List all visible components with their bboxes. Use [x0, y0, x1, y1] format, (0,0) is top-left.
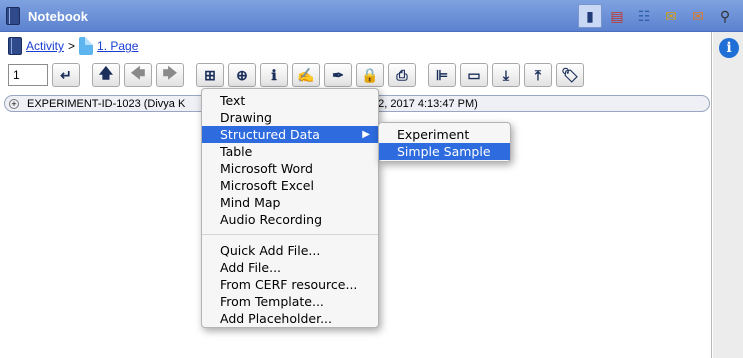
- submenu-arrow-icon: ▶: [362, 129, 370, 140]
- window-titlebar: Notebook ▮ ▤ ☷ ✉ ✉ ⚲: [0, 0, 743, 32]
- notebook-icon: [6, 7, 20, 25]
- menu-item-from-cerf[interactable]: From CERF resource...: [202, 276, 378, 293]
- table-list-icon[interactable]: ☷: [632, 4, 656, 28]
- menu-item-from-template[interactable]: From Template...: [202, 293, 378, 310]
- bookmark-page-icon[interactable]: ▤: [605, 4, 629, 28]
- forward-arrow-icon[interactable]: 🡆: [156, 63, 184, 87]
- pdf-icon[interactable]: ⎙: [388, 63, 416, 87]
- envelope-icon[interactable]: ✉: [659, 4, 683, 28]
- menu-item-add-placeholder[interactable]: Add Placeholder...: [202, 310, 378, 327]
- breadcrumb-activity-link[interactable]: Activity: [26, 39, 64, 53]
- binoculars-icon[interactable]: ⚲: [713, 4, 737, 28]
- window-title: Notebook: [28, 8, 88, 24]
- add-page-button[interactable]: ⊕: [228, 63, 256, 87]
- breadcrumb-separator: >: [68, 39, 76, 53]
- title-group: Notebook: [6, 7, 88, 25]
- pen-icon[interactable]: ✒: [324, 63, 352, 87]
- breadcrumb: Activity > 1. Page: [8, 36, 138, 56]
- entry-timestamp: 12, 2017 4:13:47 PM): [372, 97, 478, 110]
- entry-title: EXPERIMENT-ID-1023 (Divya K: [27, 97, 186, 110]
- open-envelope-icon[interactable]: ✉: [686, 4, 710, 28]
- menu-item-text[interactable]: Text: [202, 92, 378, 109]
- tag-icon[interactable]: 🏷: [556, 63, 584, 87]
- page-icon: [79, 37, 94, 55]
- menu-item-microsoft-excel[interactable]: Microsoft Excel: [202, 177, 378, 194]
- structured-data-submenu: Experiment Simple Sample: [378, 122, 511, 162]
- go-to-page-button[interactable]: ↵: [52, 63, 80, 87]
- page-number-input[interactable]: 1: [8, 64, 48, 86]
- toolbar: 1 ↵ 🡅 🡄 🡆 ⊞ ⊕ ℹ ✍ ✒ 🔒 ⎙ ⊫ ▭ ⤓ ⤒ 🏷: [8, 62, 584, 88]
- move-up-button[interactable]: 🡅: [92, 63, 120, 87]
- sign-button[interactable]: ✍: [292, 63, 320, 87]
- menu-separator: [202, 234, 378, 235]
- back-arrow-icon[interactable]: 🡄: [124, 63, 152, 87]
- move-top-button[interactable]: ⤒: [524, 63, 552, 87]
- title-icons: ▮ ▤ ☷ ✉ ✉ ⚲: [578, 4, 737, 28]
- menu-item-table[interactable]: Table: [202, 143, 378, 160]
- expand-icon[interactable]: +: [9, 98, 19, 109]
- lock-icon[interactable]: 🔒: [356, 63, 384, 87]
- card-icon[interactable]: ▭: [460, 63, 488, 87]
- menu-item-microsoft-word[interactable]: Microsoft Word: [202, 160, 378, 177]
- menu-item-structured-data[interactable]: Structured Data ▶: [202, 126, 378, 143]
- menu-item-structured-data-label: Structured Data: [220, 127, 320, 142]
- menu-item-audio-recording[interactable]: Audio Recording: [202, 211, 378, 228]
- menu-item-quick-add-file[interactable]: Quick Add File...: [202, 242, 378, 259]
- menu-item-add-file[interactable]: Add File...: [202, 259, 378, 276]
- breadcrumb-page-link[interactable]: 1. Page: [97, 39, 138, 53]
- add-entry-button[interactable]: ⊞: [196, 63, 224, 87]
- menu-item-mind-map[interactable]: Mind Map: [202, 194, 378, 211]
- submenu-item-simple-sample[interactable]: Simple Sample: [379, 143, 510, 160]
- info-icon[interactable]: i: [719, 38, 739, 58]
- info-button[interactable]: ℹ: [260, 63, 288, 87]
- align-left-icon[interactable]: ⊫: [428, 63, 456, 87]
- notebook-view-icon[interactable]: ▮: [578, 4, 602, 28]
- notebook-icon: [8, 37, 22, 55]
- right-panel: [713, 32, 743, 358]
- add-entry-menu: Text Drawing Structured Data ▶ Table Mic…: [201, 88, 379, 328]
- move-bottom-button[interactable]: ⤓: [492, 63, 520, 87]
- submenu-item-experiment[interactable]: Experiment: [379, 126, 510, 143]
- menu-item-drawing[interactable]: Drawing: [202, 109, 378, 126]
